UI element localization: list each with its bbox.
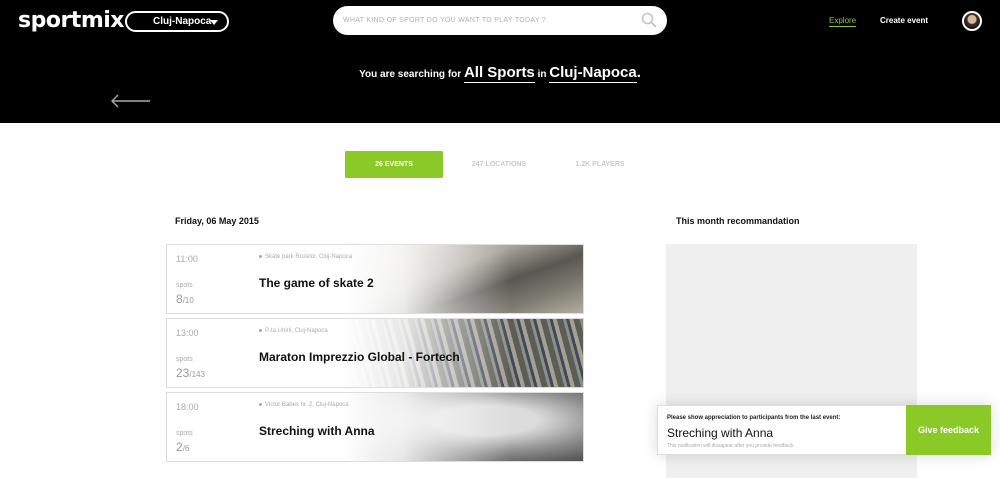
- event-time: 18:00: [176, 402, 199, 412]
- event-location-text: Skate park Rozelor, Cluj-Napoca: [265, 254, 353, 260]
- search-icon[interactable]: [641, 12, 657, 28]
- location-dot-icon: [259, 254, 262, 258]
- give-feedback-button[interactable]: Give feedback: [906, 405, 991, 455]
- spots-label: spots: [176, 356, 193, 363]
- event-location: Skate park Rozelor, Cluj-Napoca: [259, 254, 352, 260]
- city-dropdown[interactable]: Cluj-Napoca: [125, 11, 229, 32]
- event-location-text: Victor Babes nr. 2, Cluj-Napoca: [265, 402, 349, 408]
- spots-capacity: /6: [182, 444, 190, 453]
- event-title[interactable]: Maraton Imprezzio Global - Fortech: [259, 350, 460, 364]
- event-title[interactable]: Streching with Anna: [259, 424, 375, 438]
- search-input[interactable]: [343, 11, 633, 30]
- location-dot-icon: [259, 402, 262, 406]
- search-summary: You are searching for All Sports in Cluj…: [0, 64, 1000, 83]
- header: sportmix Cluj-Napoca Explore Create even…: [0, 0, 1000, 123]
- event-card[interactable]: 13:00 spots 23/143 P-ta Unirii, Cluj-Nap…: [166, 318, 584, 388]
- spots-taken: 23: [176, 366, 190, 380]
- event-time: 11:00: [176, 254, 198, 264]
- city-dropdown-label: Cluj-Napoca: [153, 16, 212, 27]
- event-time: 13:00: [176, 328, 199, 338]
- search-summary-prefix: You are searching for: [359, 69, 462, 80]
- event-spots: 2/6: [176, 440, 189, 454]
- recommendation-heading: This month recommandation: [676, 216, 800, 226]
- search-bar: [333, 6, 667, 35]
- nav-explore-link[interactable]: Explore: [829, 16, 857, 27]
- events-date-heading: Friday, 06 May 2015: [175, 216, 259, 226]
- avatar[interactable]: [962, 11, 982, 31]
- back-arrow-icon[interactable]: [110, 94, 150, 108]
- event-location-text: P-ta Unirii, Cluj-Napoca: [265, 328, 328, 334]
- feedback-prompt: Please show appreciation to participants…: [667, 415, 841, 421]
- spots-capacity: /10: [182, 296, 194, 305]
- sportmix-logo[interactable]: sportmix: [18, 8, 124, 33]
- location-dot-icon: [259, 328, 262, 332]
- event-card[interactable]: 11:00 spots 8/10 Skate park Rozelor, Clu…: [166, 244, 584, 314]
- city-filter-link[interactable]: Cluj-Napoca: [549, 64, 637, 83]
- tab-players[interactable]: 1.2K PLAYERS: [568, 151, 632, 178]
- spots-taken: 2: [176, 440, 183, 454]
- feedback-note: This notification will dissapear after y…: [667, 443, 795, 449]
- spots-capacity: /143: [189, 370, 205, 379]
- spots-label: spots: [176, 430, 193, 437]
- chevron-down-icon: [210, 20, 218, 25]
- nav-create-event-link[interactable]: Create event: [880, 16, 928, 25]
- spots-label: spots: [176, 282, 193, 289]
- feedback-notification: Please show appreciation to participants…: [657, 405, 991, 455]
- sport-filter-link[interactable]: All Sports: [463, 64, 535, 83]
- tab-events[interactable]: 26 EVENTS: [345, 151, 443, 178]
- search-summary-period: .: [636, 64, 641, 81]
- search-summary-in: in: [537, 69, 547, 80]
- spots-taken: 8: [176, 292, 183, 306]
- tab-locations[interactable]: 247 LOCATIONS: [463, 151, 535, 178]
- event-title[interactable]: The game of skate 2: [259, 276, 374, 290]
- event-spots: 8/10: [176, 292, 194, 306]
- event-location: Victor Babes nr. 2, Cluj-Napoca: [259, 402, 349, 408]
- event-spots: 23/143: [176, 366, 205, 380]
- event-card[interactable]: 18:00 spots 2/6 Victor Babes nr. 2, Cluj…: [166, 392, 584, 462]
- event-location: P-ta Unirii, Cluj-Napoca: [259, 328, 328, 334]
- feedback-event-title: Streching with Anna: [667, 426, 774, 440]
